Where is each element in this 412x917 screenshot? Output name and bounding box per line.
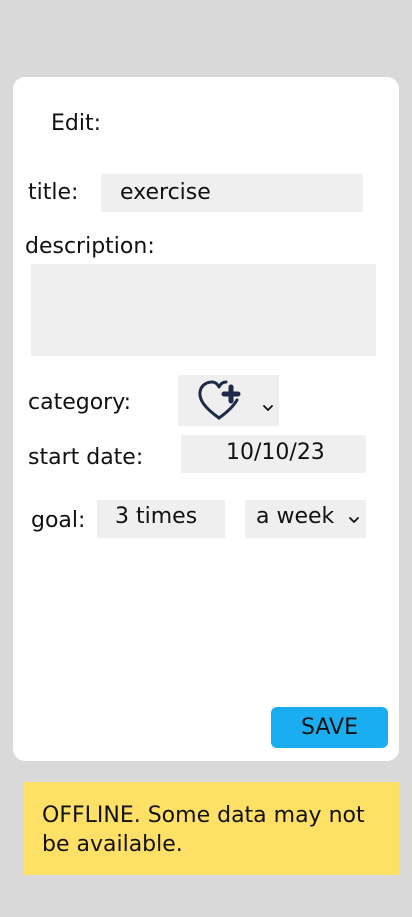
goal-times-input[interactable]: 3 times [97,500,225,538]
description-input[interactable] [31,264,376,356]
edit-card: Edit: title: exercise description: categ… [13,77,399,761]
goal-frequency-value: a week [256,504,335,529]
category-label: category: [28,390,132,415]
description-label: description: [25,234,155,259]
category-select[interactable] [178,375,279,426]
title-input[interactable]: exercise [101,174,363,212]
title-label: title: [28,180,79,205]
start-date-label: start date: [28,445,144,470]
start-date-input[interactable]: 10/10/23 [181,435,366,473]
goal-label: goal: [31,508,86,533]
save-button[interactable]: SAVE [271,707,388,748]
offline-banner: OFFLINE. Some data may not be available. [24,782,399,875]
chevron-down-icon [349,517,359,523]
chevron-down-icon [263,405,273,411]
goal-frequency-select[interactable]: a week [245,500,366,538]
edit-heading: Edit: [51,111,102,136]
heart-plus-icon [198,380,241,420]
